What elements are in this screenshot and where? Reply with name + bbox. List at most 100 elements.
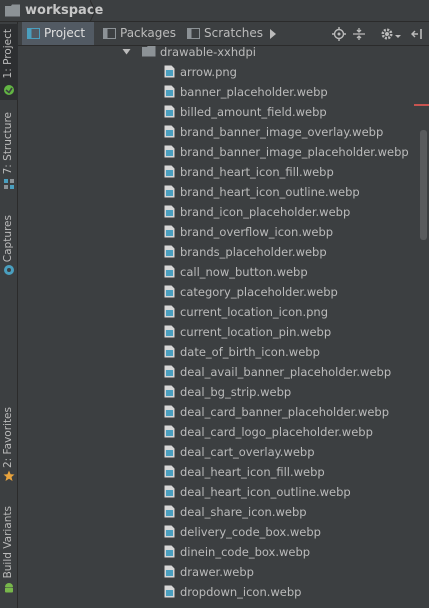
file-row[interactable]: current_location_pin.webp bbox=[18, 322, 418, 342]
image-file-icon bbox=[164, 225, 175, 238]
file-row[interactable]: brand_overflow_icon.webp bbox=[18, 222, 418, 242]
file-row[interactable]: deal_card_logo_placeholder.webp bbox=[18, 422, 418, 442]
folder-icon bbox=[5, 4, 20, 17]
image-file-icon bbox=[164, 465, 175, 478]
file-name: arrow.png bbox=[180, 65, 237, 79]
file-row[interactable]: banner_placeholder.webp bbox=[18, 82, 418, 102]
file-name: date_of_birth_icon.webp bbox=[180, 345, 320, 359]
image-file-icon bbox=[164, 65, 175, 78]
file-name: brand_heart_icon_outline.webp bbox=[180, 185, 360, 199]
tab-structure-label: 7: Structure bbox=[2, 111, 14, 174]
folder-icon bbox=[142, 46, 156, 57]
image-file-icon bbox=[164, 105, 175, 118]
file-row[interactable]: delivery_code_box.webp bbox=[18, 522, 418, 542]
image-file-icon bbox=[164, 305, 175, 318]
image-file-icon bbox=[164, 365, 175, 378]
packages-icon bbox=[103, 28, 116, 39]
more-tabs-icon[interactable] bbox=[266, 27, 280, 41]
structure-icon bbox=[4, 179, 14, 189]
collapse-icon[interactable] bbox=[352, 27, 366, 41]
tab-packages-label: Packages bbox=[120, 26, 176, 40]
file-row[interactable]: call_now_button.webp bbox=[18, 262, 418, 282]
tab-build-variants-label: Build Variants bbox=[2, 505, 14, 578]
file-name: category_placeholder.webp bbox=[180, 285, 338, 299]
tab-build-variants[interactable]: Build Variants bbox=[0, 502, 18, 598]
file-row[interactable]: drawer.webp bbox=[18, 562, 418, 582]
settings-dropdown-icon[interactable] bbox=[394, 27, 402, 41]
folder-name: drawable-xxhdpi bbox=[160, 46, 256, 59]
chevron-down-icon[interactable] bbox=[122, 47, 131, 56]
file-row[interactable]: category_placeholder.webp bbox=[18, 282, 418, 302]
tab-project-view-label: Project bbox=[44, 26, 86, 40]
star-icon bbox=[3, 470, 15, 481]
file-row[interactable]: arrow.png bbox=[18, 62, 418, 82]
file-name: billed_amount_field.webp bbox=[180, 105, 327, 119]
file-row[interactable]: brands_placeholder.webp bbox=[18, 242, 418, 262]
file-name: deal_bg_strip.webp bbox=[180, 385, 292, 399]
image-file-icon bbox=[164, 265, 175, 278]
tab-favorites[interactable]: 2: Favorites bbox=[0, 402, 18, 486]
tree-folder-row[interactable]: drawable-xxhdpi bbox=[18, 46, 418, 62]
hide-icon[interactable] bbox=[410, 27, 424, 41]
project-toolbar: Project Packages Scratches bbox=[18, 22, 429, 46]
tab-captures[interactable]: Captures bbox=[0, 210, 18, 280]
vertical-scrollbar[interactable] bbox=[420, 130, 427, 240]
file-name: deal_card_logo_placeholder.webp bbox=[180, 425, 373, 439]
file-row[interactable]: deal_share_icon.webp bbox=[18, 502, 418, 522]
image-file-icon bbox=[164, 425, 175, 438]
file-row[interactable]: brand_icon_placeholder.webp bbox=[18, 202, 418, 222]
image-file-icon bbox=[164, 145, 175, 158]
file-name: deal_cart_overlay.webp bbox=[180, 445, 315, 459]
breadcrumb-separator-icon bbox=[90, 0, 96, 22]
image-file-icon bbox=[164, 285, 175, 298]
file-row[interactable]: deal_heart_icon_outline.webp bbox=[18, 482, 418, 502]
file-row[interactable]: deal_heart_icon_fill.webp bbox=[18, 462, 418, 482]
project-icon bbox=[4, 85, 14, 95]
image-file-icon bbox=[164, 405, 175, 418]
file-name: brand_heart_icon_fill.webp bbox=[180, 165, 334, 179]
image-file-icon bbox=[164, 185, 175, 198]
file-name: deal_card_banner_placeholder.webp bbox=[180, 405, 390, 419]
settings-icon[interactable] bbox=[380, 27, 394, 41]
file-row[interactable]: deal_card_banner_placeholder.webp bbox=[18, 402, 418, 422]
image-file-icon bbox=[164, 505, 175, 518]
image-file-icon bbox=[164, 525, 175, 538]
tab-scratches[interactable]: Scratches bbox=[182, 22, 264, 45]
tab-scratches-label: Scratches bbox=[204, 26, 264, 40]
file-name: current_location_icon.png bbox=[180, 305, 329, 319]
file-row[interactable]: brand_banner_image_overlay.webp bbox=[18, 122, 418, 142]
tab-project-label: 1: Project bbox=[2, 28, 14, 78]
file-row[interactable]: dinein_code_box.webp bbox=[18, 542, 418, 562]
file-row[interactable]: brand_heart_icon_outline.webp bbox=[18, 182, 418, 202]
tab-project-view[interactable]: Project bbox=[22, 22, 94, 45]
file-row[interactable]: brand_banner_image_placeholder.webp bbox=[18, 142, 418, 162]
file-row[interactable]: dropdown_icon.webp bbox=[18, 582, 418, 602]
file-name: brand_icon_placeholder.webp bbox=[180, 205, 351, 219]
tab-project[interactable]: 1: Project bbox=[0, 24, 18, 100]
tab-packages[interactable]: Packages bbox=[98, 22, 176, 45]
file-row[interactable]: current_location_icon.png bbox=[18, 302, 418, 322]
file-name: call_now_button.webp bbox=[180, 265, 308, 279]
file-name: dropdown_icon.webp bbox=[180, 585, 302, 599]
image-file-icon bbox=[164, 205, 175, 218]
file-row[interactable]: deal_cart_overlay.webp bbox=[18, 442, 418, 462]
tab-structure[interactable]: 7: Structure bbox=[0, 112, 18, 192]
file-row[interactable]: brand_heart_icon_fill.webp bbox=[18, 162, 418, 182]
image-file-icon bbox=[164, 325, 175, 338]
file-name: deal_heart_icon_outline.webp bbox=[180, 485, 351, 499]
file-row[interactable]: billed_amount_field.webp bbox=[18, 102, 418, 122]
locate-icon[interactable] bbox=[332, 27, 346, 41]
image-file-icon bbox=[164, 85, 175, 98]
file-name: deal_heart_icon_fill.webp bbox=[180, 465, 325, 479]
file-row[interactable]: deal_avail_banner_placeholder.webp bbox=[18, 362, 418, 382]
file-name: banner_placeholder.webp bbox=[180, 85, 328, 99]
file-name: brand_banner_image_placeholder.webp bbox=[180, 145, 409, 159]
file-row[interactable]: date_of_birth_icon.webp bbox=[18, 342, 418, 362]
tab-captures-label: Captures bbox=[2, 214, 14, 262]
captures-icon bbox=[4, 265, 14, 275]
image-file-icon bbox=[164, 385, 175, 398]
project-view-icon bbox=[27, 28, 40, 39]
file-row[interactable]: deal_bg_strip.webp bbox=[18, 382, 418, 402]
file-name: drawer.webp bbox=[180, 565, 254, 579]
file-name: brand_overflow_icon.webp bbox=[180, 225, 334, 239]
